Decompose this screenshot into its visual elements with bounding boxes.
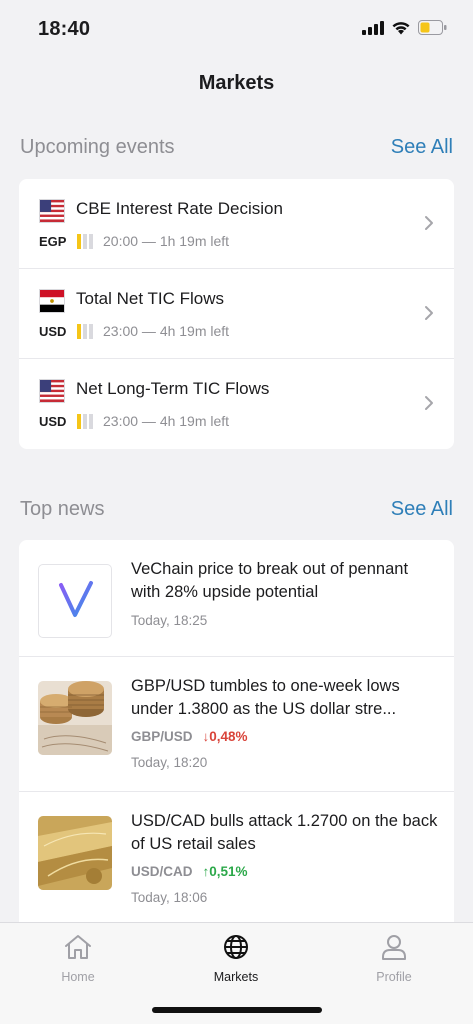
globe-icon [224,935,248,959]
us-flag-icon [39,199,65,223]
news-text: USD/CAD bulls attack 1.2700 on the back … [131,810,438,905]
impact-indicator [77,323,93,339]
currency-pair: USD/CAD [131,864,193,879]
chevron-right-icon [425,306,433,320]
home-indicator [152,1007,322,1013]
page-title: Markets [198,72,275,94]
price-change-down: ↓0,48% [202,729,248,744]
price-change-value: 0,48% [209,729,248,744]
news-item[interactable]: GBP/USD tumbles to one-week lows under 1… [19,657,454,792]
tab-home[interactable]: Home [18,933,138,984]
news-time: Today, 18:25 [131,613,208,628]
tab-bar: Home Markets Profile [0,922,473,1024]
wifi-icon [392,22,410,35]
event-time: 20:00 — 1h 19m left [103,233,230,249]
event-row[interactable]: Total Net TIC Flows USD 23:00 — 4h 19m l… [19,269,454,359]
event-meta: EGP 20:00 — 1h 19m left [39,233,229,249]
event-currency: EGP [39,233,67,249]
currency-pair: GBP/USD [131,729,193,744]
status-icons [362,20,447,35]
tab-markets[interactable]: Markets [176,933,296,984]
tab-markets-label: Markets [213,970,259,984]
pair-line: GBP/USD ↓0,48% [131,729,438,744]
vechain-logo-thumbnail [38,564,112,638]
event-row[interactable]: Net Long-Term TIC Flows USD 23:00 — 4h 1… [19,359,454,449]
news-section-header: Top news See All [20,498,453,521]
event-title: Total Net TIC Flows [76,289,225,308]
news-time: Today, 18:20 [131,755,208,770]
banknotes-thumbnail [38,816,112,890]
battery-icon [418,20,447,35]
news-title: USD/CAD bulls attack 1.2700 on the back … [131,812,438,853]
tab-profile[interactable]: Profile [334,933,454,984]
home-icon [65,935,91,959]
event-currency: USD [39,413,67,429]
event-meta: USD 23:00 — 4h 19m left [39,413,229,429]
coins-thumbnail [38,681,112,755]
status-time: 18:40 [38,18,91,40]
events-section-header: Upcoming events See All [20,136,453,159]
event-row[interactable]: CBE Interest Rate Decision EGP 20:00 — 1… [19,179,454,269]
event-time: 23:00 — 4h 19m left [103,413,230,429]
news-item[interactable]: VeChain price to break out of pennant wi… [19,540,454,657]
event-title: Net Long-Term TIC Flows [76,379,270,398]
price-change-value: 0,51% [209,864,248,879]
event-title: CBE Interest Rate Decision [76,199,283,218]
news-text: VeChain price to break out of pennant wi… [131,558,438,628]
status-bar: 18:40 [0,0,473,60]
events-section-title: Upcoming events [20,136,175,158]
news-title: VeChain price to break out of pennant wi… [131,560,409,601]
impact-indicator [77,233,93,249]
chevron-right-icon [425,216,433,230]
us-flag-icon [39,379,65,403]
event-currency: USD [39,323,67,339]
tab-profile-label: Profile [376,970,412,984]
news-title: GBP/USD tumbles to one-week lows under 1… [131,677,400,718]
price-change-up: ↑0,51% [202,864,248,879]
person-icon [382,935,406,960]
chevron-right-icon [425,396,433,410]
events-see-all-link[interactable]: See All [391,136,453,159]
news-item[interactable]: USD/CAD bulls attack 1.2700 on the back … [19,792,454,930]
news-section-title: Top news [20,498,105,520]
news-see-all-link[interactable]: See All [391,498,453,521]
signal-icon [362,20,384,35]
news-card: VeChain price to break out of pennant wi… [19,540,454,930]
pair-line: USD/CAD ↑0,51% [131,864,438,879]
impact-indicator [77,413,93,429]
egypt-flag-icon [39,289,65,313]
event-time: 23:00 — 4h 19m left [103,323,230,339]
news-time: Today, 18:06 [131,890,208,905]
tab-home-label: Home [61,970,95,984]
news-text: GBP/USD tumbles to one-week lows under 1… [131,675,438,770]
events-card: CBE Interest Rate Decision EGP 20:00 — 1… [19,179,454,449]
event-meta: USD 23:00 — 4h 19m left [39,323,229,339]
